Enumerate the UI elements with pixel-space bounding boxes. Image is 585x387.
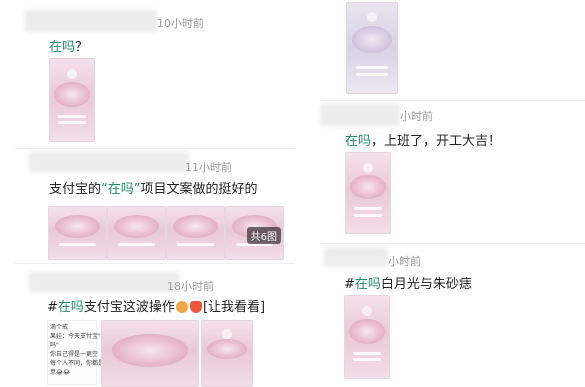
post-text-rest: ？: [75, 40, 89, 55]
post-5: 小时前 在吗，上班了，开工大吉！: [320, 102, 585, 242]
image-decoration: [352, 358, 382, 362]
image-decoration: [54, 81, 90, 107]
hashtag-symbol: #: [344, 277, 355, 292]
image-decoration: [352, 25, 392, 53]
post-4: [320, 0, 585, 100]
post-text-rest: 支付宝这波操作: [83, 300, 175, 315]
image-decoration: [350, 175, 386, 200]
image-decoration: [67, 68, 77, 79]
post-image-chat[interactable]: 滴个戒 果娃：今天支付宝"在 吗" 你自己得是一更空 每个人不同，你都是什么 意…: [47, 320, 117, 385]
image-decoration: [172, 214, 219, 239]
chat-line: 意😂😂: [50, 369, 71, 376]
image-decoration: [356, 73, 388, 77]
post-text-rest: 项目文案做的挺好的: [140, 182, 258, 197]
image-decoration: [349, 318, 385, 344]
post-image[interactable]: [201, 320, 253, 387]
username-redacted: [29, 272, 179, 292]
username-redacted: [25, 10, 157, 32]
image-count-badge: 共6图: [246, 227, 281, 244]
chat-line: 你自己得是一更空: [50, 351, 99, 358]
image-decoration: [59, 243, 96, 247]
divider: [320, 243, 585, 244]
image-decoration: [356, 66, 388, 69]
post-image[interactable]: [346, 2, 398, 94]
image-decoration: [177, 243, 214, 247]
post-time: 小时前: [400, 110, 433, 123]
chat-line: 果娃：今天支付宝"在: [50, 333, 107, 340]
image-decoration: [113, 214, 160, 239]
image-decoration: [363, 162, 373, 173]
post-image[interactable]: [49, 58, 95, 142]
post-image[interactable]: [345, 152, 391, 234]
image-decoration: [352, 351, 382, 355]
post-text: 在吗？: [49, 36, 88, 55]
post-text-prefix: 支付宝的: [49, 182, 102, 197]
post-image[interactable]: [166, 206, 225, 260]
image-decoration: [353, 207, 383, 211]
post-text: 在吗，上班了，开工大吉！: [345, 130, 501, 149]
image-decoration: [222, 328, 232, 339]
image-decoration: [353, 213, 383, 217]
post-image[interactable]: [107, 206, 166, 260]
post-time: 11小时前: [185, 161, 232, 174]
divider: [15, 263, 295, 264]
post-1: 10小时前 在吗？: [15, 0, 295, 148]
post-text-rest: ，上班了，开工大吉！: [371, 134, 502, 149]
image-decoration: [54, 214, 101, 239]
hashtag-symbol: #: [47, 300, 58, 315]
image-decoration: [118, 243, 155, 247]
grin-emoji-icon: [175, 301, 188, 313]
post-text: 支付宝的“在吗”项目文案做的挺好的: [49, 178, 258, 197]
post-text: #在吗白月光与朱砂痣: [344, 273, 472, 292]
post-text: #在吗支付宝这波操作 [让我看看]: [47, 296, 265, 315]
chat-line: 滴个戒: [50, 324, 69, 331]
image-decoration: [57, 121, 87, 125]
post-image[interactable]: [48, 206, 107, 260]
post-image[interactable]: [101, 320, 199, 387]
divider: [15, 148, 295, 149]
heart-emoji-icon: [189, 301, 202, 313]
chat-line: 每个人不同，你都是什么: [50, 360, 117, 367]
chat-line: 吗": [50, 342, 59, 349]
post-time: 18小时前: [167, 280, 214, 293]
post-3: 18小时前 #在吗支付宝这波操作 [让我看看] 滴个戒 果娃：今天支付宝"在 吗"…: [15, 268, 295, 387]
image-decoration: [57, 114, 87, 118]
keyword-highlight[interactable]: “在吗”: [101, 182, 140, 197]
username-redacted: [320, 104, 400, 126]
image-decoration: [207, 339, 247, 359]
post-time: 10小时前: [157, 17, 204, 30]
keyword-highlight[interactable]: 在吗: [58, 300, 84, 315]
username-redacted: [324, 247, 388, 267]
image-decoration: [362, 305, 372, 316]
post-image[interactable]: 共6图: [225, 206, 284, 260]
post-image[interactable]: [344, 295, 390, 379]
username-redacted: [29, 152, 189, 172]
keyword-highlight[interactable]: 在吗: [345, 134, 371, 149]
keyword-highlight[interactable]: 在吗: [355, 277, 381, 292]
post-time: 小时前: [388, 255, 421, 268]
post-text-rest: 白月光与朱砂痣: [380, 277, 472, 292]
post-text-rest: [让我看看]: [202, 300, 266, 315]
image-decoration: [367, 12, 377, 22]
post-2: 11小时前 支付宝的“在吗”项目文案做的挺好的 共6图: [15, 150, 295, 262]
divider: [320, 100, 585, 101]
image-decoration: [111, 334, 189, 367]
keyword-highlight[interactable]: 在吗: [49, 40, 75, 55]
post-6: 小时前 #在吗白月光与朱砂痣: [320, 245, 585, 385]
